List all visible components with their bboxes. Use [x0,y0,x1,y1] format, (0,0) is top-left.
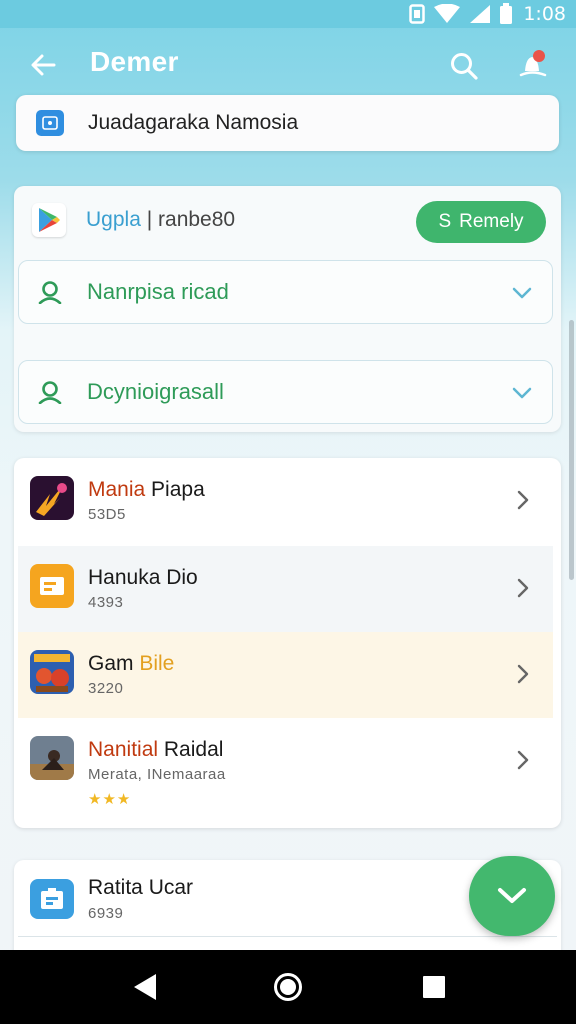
app-thumbnail [30,879,74,919]
user-icon [37,379,63,405]
search-banner[interactable]: Juadagaraka Namosia [16,95,559,151]
chevron-down-icon [498,888,526,903]
fab-button[interactable] [469,856,555,936]
search-icon [451,53,478,80]
chevron-down-icon [510,381,534,405]
search-button[interactable] [446,48,482,84]
remedy-button-icon: S [438,211,452,232]
user-icon [37,279,63,305]
game-thumbnail [30,650,74,694]
rating-stars: ★★★ [88,791,132,808]
nav-recents-button[interactable] [417,970,451,1004]
bottom-item-subtitle: 6939 [88,905,124,922]
title-part: Raidal [158,738,224,761]
store-row[interactable]: Ugpla | ranbe80 [32,200,235,240]
list-item-title: Nanitial Raidal [88,738,223,762]
title-part: Mania [88,478,146,501]
arrow-left-icon [31,54,56,76]
notifications-button[interactable] [514,46,552,84]
status-bar: 1:08 [0,0,576,28]
store-name: Ugpla [86,208,141,231]
remedy-button-label: Remely [459,211,524,232]
dropdown-2-label: Dcynioigrasall [87,379,224,404]
battery-icon [499,3,513,25]
back-triangle-icon [134,974,156,1000]
store-label: Ugpla | ranbe80 [86,208,235,232]
store-separator: | [146,208,153,231]
play-store-icon [32,203,66,237]
list-item-title: Mania Piapa [88,478,205,502]
nav-back-button[interactable] [127,970,161,1004]
status-time: 1:08 [523,3,566,25]
back-button[interactable] [26,48,60,82]
title-part: Piapa [145,478,205,501]
title-part: Gam [88,652,140,675]
chevron-down-icon [510,281,534,305]
remedy-button[interactable]: S Remely [416,201,546,243]
scrollbar[interactable] [569,320,574,580]
dropdown-1[interactable]: Nanrpisa ricad [18,260,553,324]
list-item-subtitle: 4393 [88,594,124,611]
dropdown-1-label: Nanrpisa ricad [87,279,229,304]
list-item-title: Gam Bile [88,652,174,676]
app-bar: Demer [0,28,576,100]
recents-square-icon [423,976,445,998]
nav-home-button[interactable] [271,970,305,1004]
wifi-icon [433,4,461,24]
app-thumbnail [30,564,74,608]
page-title: Demer [90,46,179,77]
app-icon [36,110,64,136]
chevron-right-icon [513,576,533,600]
game-thumbnail [30,476,74,520]
list-item-subtitle: 3220 [88,680,124,697]
notification-bell-icon [519,50,547,77]
list-item-subtitle: 53D5 [88,506,126,523]
title-part: Nanitial [88,738,159,761]
banner-text: Juadagaraka Namosia [88,111,299,134]
list-item[interactable]: Hanuka Dio 4393 [18,546,553,632]
app-list: Mania Piapa 53D5 Hanuka Dio 4393 Gam Bil… [14,458,561,828]
list-item[interactable]: Nanitial Raidal Merata, INemaaraa ★★★ [18,718,553,818]
system-nav-bar [0,950,576,1024]
store-id: ranbe80 [158,208,236,231]
signal-icon [469,4,491,24]
store-card: Ugpla | ranbe80 S Remely Nanrpisa ricad … [14,186,561,432]
list-item-subtitle: Merata, INemaaraa [88,766,226,783]
chevron-right-icon [513,662,533,686]
home-circle-icon [274,973,302,1001]
divider [18,936,557,937]
chevron-right-icon [513,488,533,512]
dropdown-2[interactable]: Dcynioigrasall [18,360,553,424]
game-thumbnail [30,736,74,780]
sim-icon [409,4,426,24]
chevron-right-icon [513,748,533,772]
list-item-title: Hanuka Dio [88,566,198,589]
list-item[interactable]: Mania Piapa 53D5 [18,458,553,544]
list-item[interactable]: Gam Bile 3220 [18,632,553,718]
title-part: Bile [139,652,175,675]
bottom-item-title: Ratita Ucar [88,876,194,899]
